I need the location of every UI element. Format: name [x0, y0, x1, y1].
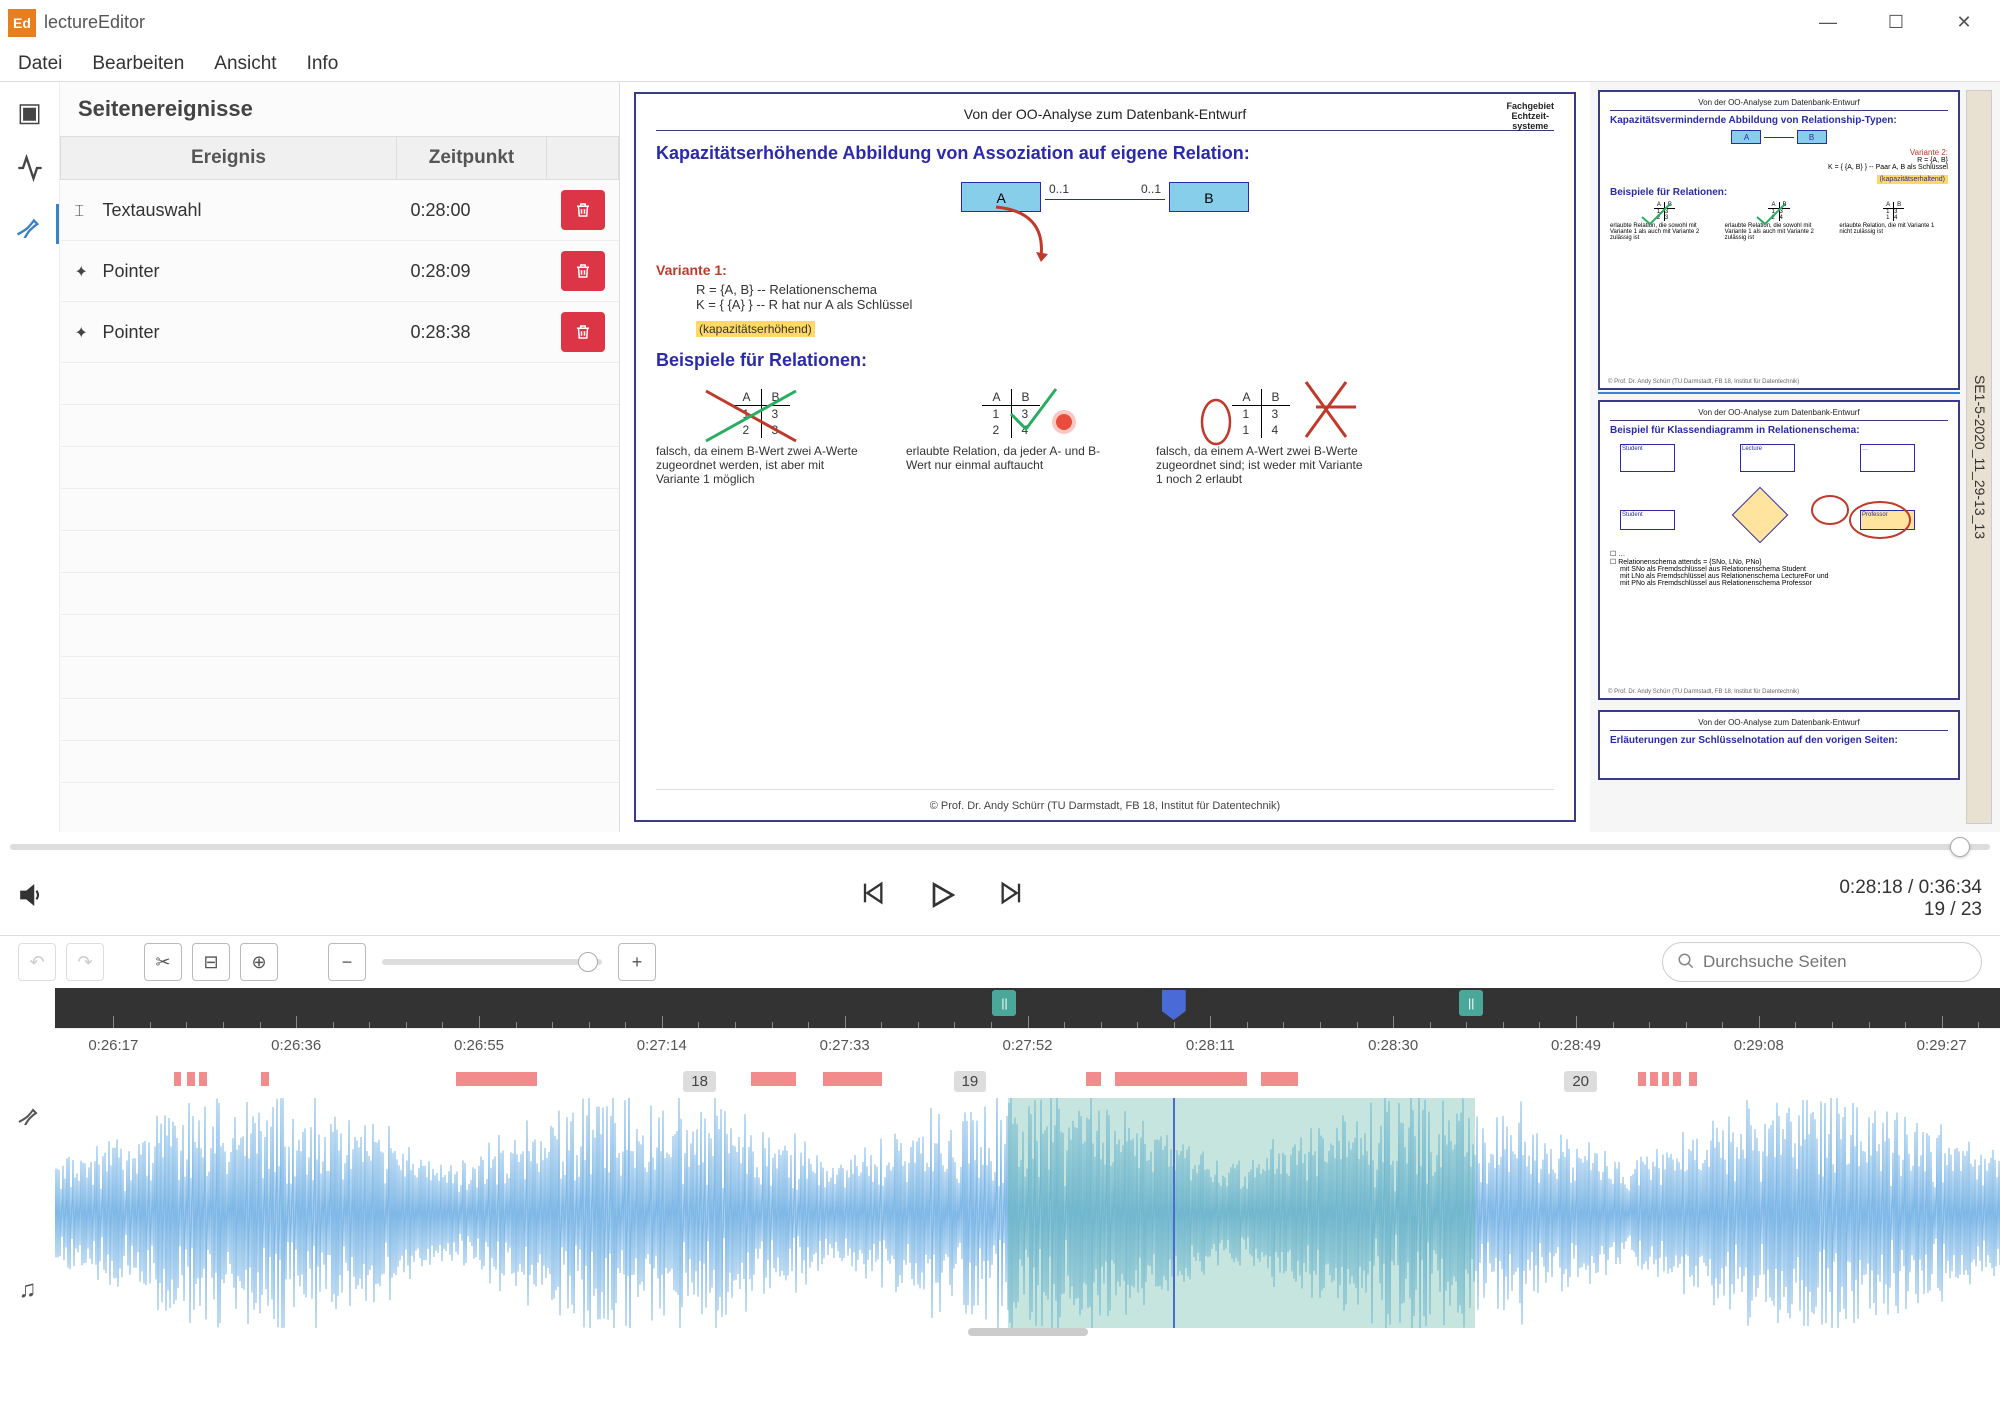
menu-edit[interactable]: Bearbeiten	[92, 53, 184, 75]
close-button[interactable]: ✕	[1944, 12, 1984, 33]
events-col-actions	[547, 137, 619, 180]
menu-file[interactable]: Datei	[18, 53, 62, 75]
waveform-row[interactable]	[55, 1098, 2000, 1328]
thumbnails-panel: Von der OO-Analyse zum Datenbank-Entwurf…	[1590, 82, 2000, 832]
laser-pointer-dot	[1056, 414, 1072, 430]
selection-end-handle[interactable]: ||	[1459, 990, 1483, 1016]
slide-main[interactable]: Von der OO-Analyse zum Datenbank-Entwurf…	[634, 92, 1576, 822]
page-badge[interactable]: 20	[1564, 1071, 1597, 1092]
events-col-event[interactable]: Ereignis	[61, 137, 397, 180]
slide-fachgebiet: Fachgebiet Echtzeit- systeme	[1506, 102, 1554, 132]
cut-button[interactable]: ✂	[144, 943, 182, 981]
thumbnail-1[interactable]: Von der OO-Analyse zum Datenbank-Entwurf…	[1598, 90, 1960, 390]
app-icon: Ed	[8, 9, 36, 37]
mult-a: 0..1	[1049, 182, 1069, 196]
playhead-line[interactable]	[1173, 1098, 1175, 1328]
time-info: 0:28:18 / 0:36:34 19 / 23	[1839, 877, 1982, 921]
slide-footer: © Prof. Dr. Andy Schürr (TU Darmstadt, F…	[656, 789, 1554, 812]
example-2: AB1324 erlaubte Relation, da jeder A- un…	[906, 389, 1116, 486]
timeline-scrollbar[interactable]	[968, 1328, 1088, 1336]
delete-event-button[interactable]	[561, 190, 605, 230]
selection-start-handle[interactable]: ||	[992, 990, 1016, 1016]
slide-top-title: Von der OO-Analyse zum Datenbank-Entwurf	[964, 106, 1246, 122]
menu-info[interactable]: Info	[307, 53, 339, 75]
examples-heading: Beispiele für Relationen:	[656, 350, 1554, 371]
zoom-in-button[interactable]: +	[618, 943, 656, 981]
events-panel: Seitenereignisse Ereignis Zeitpunkt ⌶Tex…	[60, 82, 620, 832]
audio-track-icon: ♫	[19, 1158, 37, 1422]
seek-track[interactable]	[10, 844, 1990, 850]
seek-row	[0, 832, 2000, 862]
playhead-handle[interactable]	[1162, 990, 1186, 1020]
edit-row: ↶ ↷ ✂ ⊟ ⊕ − +	[0, 936, 2000, 988]
left-toolbar: ▣	[0, 82, 60, 832]
play-tool-icon[interactable]: ▣	[10, 92, 50, 132]
slide-heading: Kapazitätserhöhende Abbildung von Assozi…	[656, 143, 1554, 164]
prev-button[interactable]	[858, 879, 886, 919]
schema-1: R = {A, B} -- Relationenschema	[696, 282, 1554, 297]
page-badge[interactable]: 19	[954, 1071, 987, 1092]
app-title: lectureEditor	[44, 12, 145, 33]
zoom-out-button[interactable]: −	[328, 943, 366, 981]
timeline-strip[interactable]: || ||	[55, 988, 2000, 1028]
events-table: Ereignis Zeitpunkt ⌶Textauswahl0:28:00✦P…	[60, 136, 619, 783]
seek-thumb[interactable]	[1950, 837, 1970, 857]
search-box[interactable]	[1662, 942, 1982, 982]
search-icon	[1677, 952, 1695, 973]
activity-tool-icon[interactable]	[10, 148, 50, 188]
timeline-markers: 18 19 20	[55, 1068, 2000, 1098]
pen-tool-icon[interactable]	[0, 204, 59, 244]
zoom-slider[interactable]	[382, 959, 602, 965]
selection-region[interactable]	[1008, 1098, 1475, 1328]
play-button[interactable]	[926, 879, 958, 919]
file-tab[interactable]: SE1-5-2020_11_29-13_13	[1966, 90, 1992, 824]
annot-yellow: (kapazitätserhöhend)	[696, 321, 815, 337]
undo-button[interactable]: ↶	[18, 943, 56, 981]
events-col-time[interactable]: Zeitpunkt	[397, 137, 547, 180]
controls-row: 0:28:18 / 0:36:34 19 / 23	[0, 862, 2000, 936]
zoom-thumb[interactable]	[578, 952, 598, 972]
titlebar: Ed lectureEditor — ☐ ✕	[0, 0, 2000, 46]
minimize-button[interactable]: —	[1808, 12, 1848, 33]
example-1: AB1323 falsch, da einem B-Wert zwei A-We…	[656, 389, 866, 486]
timeline[interactable]: || || 0:26:170:26:360:26:550:27:140:27:33…	[55, 988, 2000, 1376]
event-row[interactable]: ✦Pointer0:28:09	[61, 241, 619, 302]
volume-icon[interactable]	[18, 882, 44, 915]
maximize-button[interactable]: ☐	[1876, 12, 1916, 33]
redo-button[interactable]: ↷	[66, 943, 104, 981]
timeline-ticks: 0:26:170:26:360:26:550:27:140:27:330:27:…	[55, 1028, 2000, 1068]
arrow-annotation	[986, 202, 1106, 282]
menubar: Datei Bearbeiten Ansicht Info	[0, 46, 2000, 82]
menu-view[interactable]: Ansicht	[214, 53, 276, 75]
example-3: AB1314 falsch, da einem A-Wert zwei B-We…	[1156, 389, 1366, 486]
example-2-caption: erlaubte Relation, da jeder A- und B-Wer…	[906, 444, 1116, 472]
delete-event-button[interactable]	[561, 312, 605, 352]
mult-b: 0..1	[1141, 182, 1161, 196]
schema-2: K = { {A} } -- R hat nur A als Schlüssel	[696, 297, 1554, 312]
next-button[interactable]	[998, 879, 1026, 919]
event-row[interactable]: ✦Pointer0:28:38	[61, 302, 619, 363]
thumbnail-3[interactable]: Von der OO-Analyse zum Datenbank-Entwurf…	[1598, 710, 1960, 780]
delete-event-button[interactable]	[561, 251, 605, 291]
add-page-button[interactable]: ⊕	[240, 943, 278, 981]
thumbnail-2[interactable]: Von der OO-Analyse zum Datenbank-Entwurf…	[1598, 400, 1960, 700]
search-input[interactable]	[1703, 952, 1967, 972]
slide-area: Von der OO-Analyse zum Datenbank-Entwurf…	[620, 82, 1590, 832]
delete-region-button[interactable]: ⊟	[192, 943, 230, 981]
page-badge[interactable]: 18	[683, 1071, 716, 1092]
event-row[interactable]: ⌶Textauswahl0:28:00	[61, 180, 619, 241]
timeline-side-icons: ♫	[0, 988, 55, 1422]
entity-b: B	[1169, 182, 1249, 212]
pen-track-icon	[16, 1068, 40, 1158]
events-title: Seitenereignisse	[60, 82, 619, 136]
